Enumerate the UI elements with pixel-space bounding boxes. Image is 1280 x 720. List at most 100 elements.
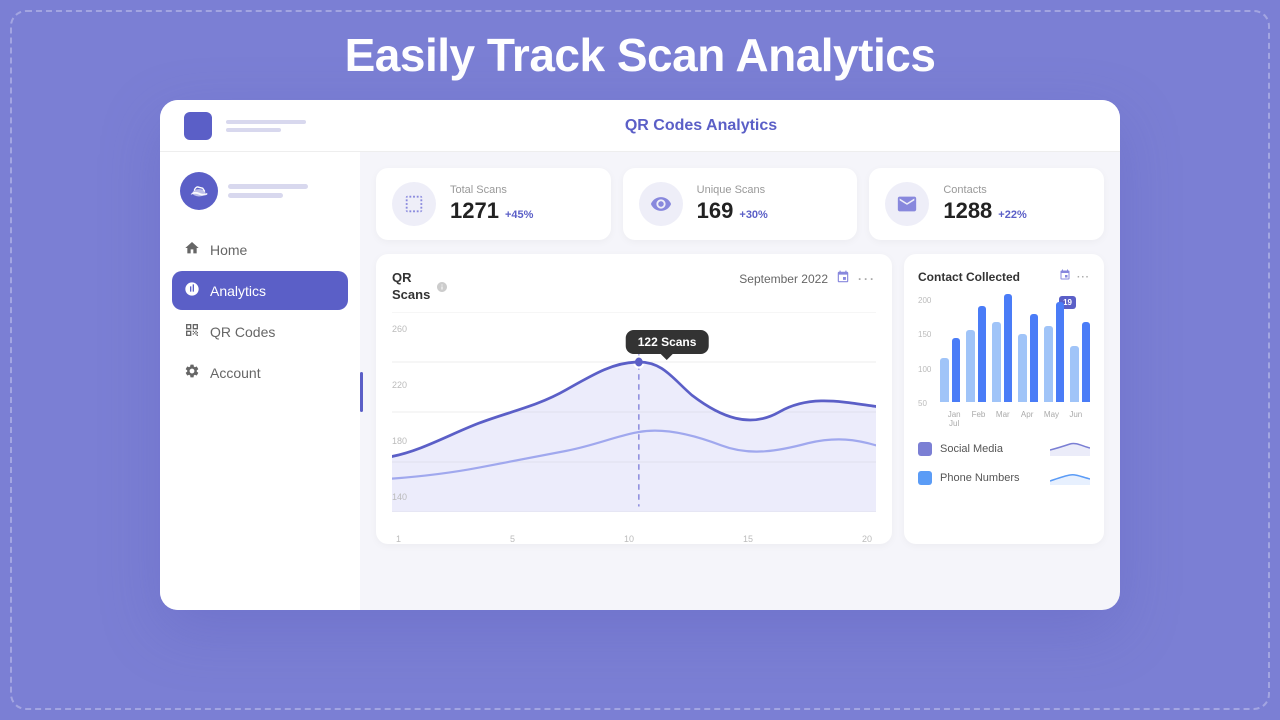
qr-y-label-180: 180 [392, 436, 407, 446]
qr-y-label-220: 220 [392, 380, 407, 390]
legend-social-media: Social Media [918, 438, 1090, 459]
bottom-row: QRScans September 2022 ··· [376, 254, 1104, 544]
legend: Social Media Phone Numbers [918, 438, 1090, 488]
user-info [228, 184, 308, 198]
contacts-icon-wrap [885, 182, 929, 226]
contact-more-icon[interactable]: ··· [1077, 272, 1090, 283]
social-media-sparkline [1050, 438, 1090, 459]
contact-collected-card: Contact Collected ··· 200 [904, 254, 1104, 544]
legend-social-media-color [918, 442, 932, 456]
phone-numbers-sparkline [1050, 467, 1090, 488]
unique-scans-value-row: 169 +30% [697, 198, 768, 224]
calendar-icon[interactable] [836, 270, 850, 287]
bar-jun-dark [1082, 322, 1091, 402]
legend-phone-numbers: Phone Numbers [918, 467, 1090, 488]
qr-y-label-140: 140 [392, 492, 407, 502]
unique-scans-info: Unique Scans 169 +30% [697, 184, 768, 224]
bar-group-jan [940, 338, 960, 402]
app-window: QR Codes Analytics [160, 100, 1120, 610]
bar-label-feb: Feb [966, 410, 990, 428]
chart-header: QRScans September 2022 ··· [392, 270, 876, 304]
dashboard: Total Scans 1271 +45% [360, 152, 1120, 610]
bar-jan-light [940, 358, 949, 402]
app-title: QR Codes Analytics [306, 117, 1096, 135]
contacts-change: +22% [998, 209, 1026, 221]
contacts-value: 1288 [943, 198, 992, 224]
sidebar-item-qrcodes[interactable]: QR Codes [172, 312, 348, 351]
bar-may-light [1044, 326, 1053, 402]
bar-mar-light [992, 322, 1001, 402]
total-scans-info: Total Scans 1271 +45% [450, 184, 533, 224]
total-scans-value-row: 1271 +45% [450, 198, 533, 224]
main-title: Easily Track Scan Analytics [0, 28, 1280, 82]
bar-group-apr [1018, 314, 1038, 402]
bar-may-dark [1056, 302, 1065, 402]
topbar-line-1 [226, 120, 306, 124]
bar-group-mar [992, 294, 1012, 402]
contacts-label: Contacts [943, 184, 1026, 196]
qr-icon [184, 322, 200, 341]
qr-x-labels: 1 5 10 15 20 [392, 534, 876, 544]
bar-label-mar: Mar [991, 410, 1015, 428]
gear-icon [184, 363, 200, 382]
unique-scans-icon-wrap [639, 182, 683, 226]
contacts-value-row: 1288 +22% [943, 198, 1026, 224]
contact-calendar-icon[interactable] [1059, 268, 1071, 286]
sidebar-nav: Home Analytics [160, 230, 360, 392]
bar-label-jan: JanJul [942, 410, 966, 428]
contacts-info: Contacts 1288 +22% [943, 184, 1026, 224]
legend-social-media-label: Social Media [940, 443, 1003, 455]
bar-label-jun: Jun [1064, 410, 1088, 428]
unique-scans-label: Unique Scans [697, 184, 768, 196]
bar-x-labels: JanJul Feb Mar Apr May Jun [940, 410, 1090, 428]
total-scans-change: +45% [505, 209, 533, 221]
analytics-icon [184, 281, 200, 300]
qr-chart-card: QRScans September 2022 ··· [376, 254, 892, 544]
bar-feb-light [966, 330, 975, 402]
bar-group-feb [966, 306, 986, 402]
chart-area: 122 Scans [392, 312, 876, 532]
bar-apr-dark [1030, 314, 1039, 402]
account-label: Account [210, 365, 261, 381]
qr-x-15: 15 [743, 534, 753, 544]
unique-scans-change: +30% [739, 209, 767, 221]
avatar [180, 172, 218, 210]
home-label: Home [210, 242, 247, 258]
chart-title-area: QRScans [392, 270, 448, 304]
topbar-line-2 [226, 128, 281, 132]
stat-card-total-scans: Total Scans 1271 +45% [376, 168, 611, 240]
chart-title: QRScans [392, 270, 430, 304]
page-heading: Easily Track Scan Analytics [0, 0, 1280, 100]
sidebar-item-account[interactable]: Account [172, 353, 348, 392]
contact-card-title: Contact Collected [918, 270, 1020, 284]
total-scans-label: Total Scans [450, 184, 533, 196]
legend-phone-numbers-label: Phone Numbers [940, 472, 1020, 484]
sidebar-item-analytics[interactable]: Analytics [172, 271, 348, 310]
bar-mar-dark [1004, 294, 1013, 402]
qrcodes-label: QR Codes [210, 324, 275, 340]
stats-row: Total Scans 1271 +45% [376, 168, 1104, 240]
bar-label-apr: Apr [1015, 410, 1039, 428]
contact-card-header: Contact Collected ··· [918, 268, 1090, 286]
user-role-line [228, 193, 283, 198]
qr-y-labels: 260 220 180 140 [392, 324, 407, 502]
sidebar-item-home[interactable]: Home [172, 230, 348, 269]
analytics-label: Analytics [210, 283, 266, 299]
qr-y-label-260: 260 [392, 324, 407, 334]
topbar-decoration [226, 120, 306, 132]
more-icon[interactable]: ··· [858, 272, 876, 286]
total-scans-value: 1271 [450, 198, 499, 224]
qr-chart-svg [392, 312, 876, 512]
topbar: QR Codes Analytics [160, 100, 1120, 152]
bar-chart-area [940, 296, 1090, 406]
bar-group-may [1044, 302, 1064, 402]
bar-feb-dark [978, 306, 987, 402]
app-logo [184, 112, 212, 140]
user-name-line [228, 184, 308, 189]
sidebar: Home Analytics [160, 152, 360, 610]
info-icon [436, 281, 448, 293]
legend-phone-numbers-color [918, 471, 932, 485]
sidebar-user [160, 172, 360, 230]
bar-jun-light [1070, 346, 1079, 402]
qr-x-5: 5 [510, 534, 515, 544]
